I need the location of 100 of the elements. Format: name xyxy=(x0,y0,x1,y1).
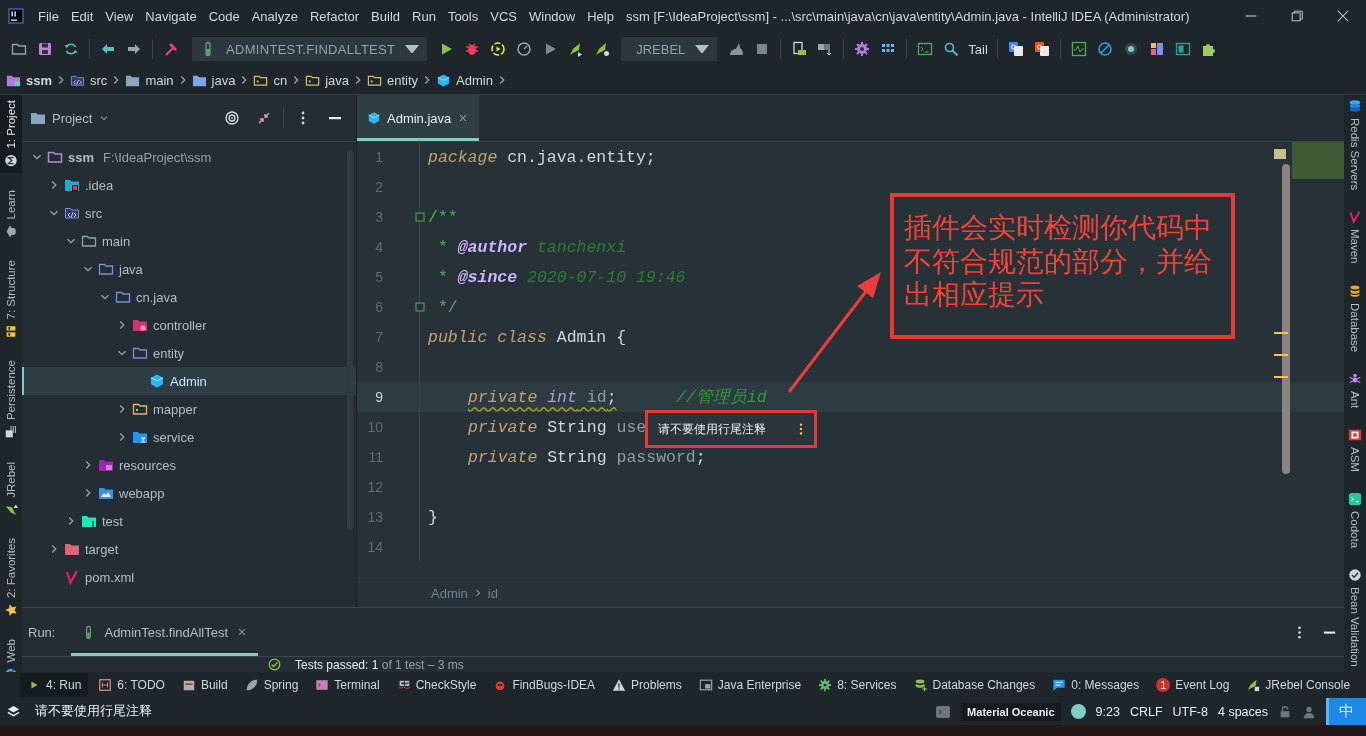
tool-window-button[interactable]: Database Changes xyxy=(906,673,1043,697)
rabbit-icon[interactable] xyxy=(728,41,745,57)
fold-marker-icon[interactable] xyxy=(415,212,425,222)
view-dropdown[interactable]: Project xyxy=(30,110,111,126)
device-icon[interactable] xyxy=(791,41,808,57)
sync-icon[interactable] xyxy=(63,41,79,57)
menu-item[interactable]: File xyxy=(32,8,65,24)
breadcrumb-item[interactable]: src xyxy=(70,72,108,88)
tool-window-tab[interactable]: 1: Project xyxy=(0,95,22,173)
tool-window-tab[interactable]: Redis Servers xyxy=(1344,95,1366,195)
tool-window-tab[interactable]: Learn xyxy=(0,184,22,243)
tool-window-tab[interactable]: 2: Favorites xyxy=(0,533,22,623)
indent-setting[interactable]: 4 spaces xyxy=(1217,704,1268,719)
terminal-icon[interactable] xyxy=(917,41,934,57)
tool-window-button[interactable]: 8: Services xyxy=(811,673,904,697)
tree-item[interactable]: service xyxy=(22,423,356,451)
terminal-icon[interactable] xyxy=(935,703,952,720)
tool-window-tab[interactable]: ASM xyxy=(1344,424,1366,477)
tree-item[interactable]: test xyxy=(22,507,356,535)
breadcrumb-item[interactable]: entity xyxy=(367,72,419,88)
forbidden-icon[interactable] xyxy=(1096,41,1113,57)
tree-item[interactable]: .idea xyxy=(22,171,356,199)
tool-window-tab[interactable]: Maven xyxy=(1344,206,1366,268)
save-icon[interactable] xyxy=(37,41,53,57)
menu-item[interactable]: VCS xyxy=(484,8,523,24)
menu-item[interactable]: Window xyxy=(522,8,582,24)
tool-window-button[interactable]: 1 Event Log xyxy=(1149,673,1237,697)
breadcrumb-item[interactable]: main xyxy=(125,72,174,88)
hammer-icon[interactable] xyxy=(163,41,179,57)
tree-item[interactable]: target xyxy=(22,535,356,563)
fold-marker-icon[interactable] xyxy=(415,302,425,312)
run-tab[interactable]: AdminTest.findAllTest xyxy=(71,608,259,656)
gauge-icon[interactable] xyxy=(516,41,533,57)
coverage-icon[interactable] xyxy=(490,41,507,57)
breadcrumb-item[interactable]: cn xyxy=(253,72,288,88)
tool-window-button[interactable]: Build xyxy=(174,673,235,697)
rocket-icon[interactable] xyxy=(568,41,585,57)
translate-icon[interactable] xyxy=(1033,41,1050,57)
pulse-icon[interactable] xyxy=(1070,41,1087,57)
tool-window-button[interactable]: 6: TODO xyxy=(91,673,172,697)
menu-item[interactable]: Tools xyxy=(441,8,485,24)
tool-window-button[interactable]: Problems xyxy=(605,673,689,697)
tool-window-button[interactable]: FindBugs-IDEA xyxy=(486,673,603,697)
tail-button[interactable]: Tail xyxy=(964,41,992,57)
folder-icon[interactable] xyxy=(11,41,27,57)
menu-item[interactable]: View xyxy=(99,8,140,24)
theme-label[interactable]: Material Oceanic xyxy=(961,702,1061,721)
collapse-icon[interactable] xyxy=(256,110,272,126)
breadcrumb-item[interactable]: ssm xyxy=(6,72,53,88)
tool-window-tab[interactable]: Ant xyxy=(1344,368,1366,413)
menu-item[interactable]: Edit xyxy=(64,8,100,24)
breadcrumb-item[interactable]: Admin xyxy=(436,72,493,88)
menu-item[interactable]: Refactor xyxy=(303,8,366,24)
tree-item[interactable]: main xyxy=(22,227,356,255)
tool-window-tab[interactable]: Bean Validation xyxy=(1344,564,1366,671)
search-icon[interactable] xyxy=(943,41,960,57)
tree-item[interactable]: src xyxy=(22,199,356,227)
tree-item[interactable]: cn.java xyxy=(22,283,356,311)
tool-window-tab[interactable]: Database xyxy=(1344,279,1366,356)
menu-item[interactable]: Help xyxy=(581,8,620,24)
caret-position[interactable]: 9:23 xyxy=(1095,704,1120,719)
tree-item[interactable]: mapper xyxy=(22,395,356,423)
lock-icon[interactable] xyxy=(1278,704,1292,719)
puzzle-icon[interactable] xyxy=(1200,41,1217,57)
tree-item[interactable]: ssm F:\IdeaProject\ssm xyxy=(22,143,356,171)
scrollbar[interactable] xyxy=(1282,164,1290,474)
jrebel-dropdown[interactable]: JREBEL xyxy=(621,37,718,61)
run-config-dropdown[interactable]: ADMINTEST.FINDALLTEST xyxy=(192,37,428,61)
rocket-icon[interactable] xyxy=(594,41,611,57)
tree-item[interactable]: resources xyxy=(22,451,356,479)
tiles-icon[interactable] xyxy=(1148,41,1165,57)
tool-window-button[interactable]: 0: Messages xyxy=(1045,673,1147,697)
tool-window-button[interactable]: 4: Run xyxy=(20,673,89,697)
theme-indicator[interactable] xyxy=(1070,704,1086,719)
breadcrumb-item[interactable]: java xyxy=(305,72,349,88)
arrow-right-icon[interactable] xyxy=(126,41,142,57)
tool-window-button[interactable]: JRebel Console xyxy=(1239,673,1358,697)
file-encoding[interactable]: UTF-8 xyxy=(1172,704,1208,719)
menu-item[interactable]: Navigate xyxy=(139,8,203,24)
tool-window-tab[interactable]: 7: Structure xyxy=(0,255,22,344)
tree-item[interactable]: webapp xyxy=(22,479,356,507)
tool-window-tab[interactable]: JRebel xyxy=(0,456,22,522)
tool-window-button[interactable]: Java Enterprise xyxy=(691,673,809,697)
target-icon[interactable] xyxy=(224,110,240,126)
target-icon[interactable] xyxy=(1122,41,1139,57)
tool-window-button[interactable]: CheckStyle xyxy=(389,673,484,697)
image-icon[interactable] xyxy=(1174,41,1191,57)
boxes-icon[interactable] xyxy=(817,41,834,57)
inspector-icon[interactable] xyxy=(1302,704,1316,719)
tool-window-button[interactable]: Terminal xyxy=(308,673,387,697)
menu-item[interactable]: Analyze xyxy=(245,8,304,24)
tree-item[interactable]: pom.xml xyxy=(22,563,356,591)
breadcrumb-item[interactable]: java xyxy=(191,72,236,88)
line-separator[interactable]: CRLF xyxy=(1129,704,1163,719)
tool-window-button[interactable]: Spring xyxy=(237,673,306,697)
tool-window-tab[interactable]: Persistence xyxy=(0,355,22,445)
menu-item[interactable]: Code xyxy=(202,8,246,24)
tool-window-tab[interactable]: Codota xyxy=(1344,488,1366,553)
tree-item[interactable]: entity xyxy=(22,339,356,367)
menu-item[interactable]: Build xyxy=(365,8,406,24)
